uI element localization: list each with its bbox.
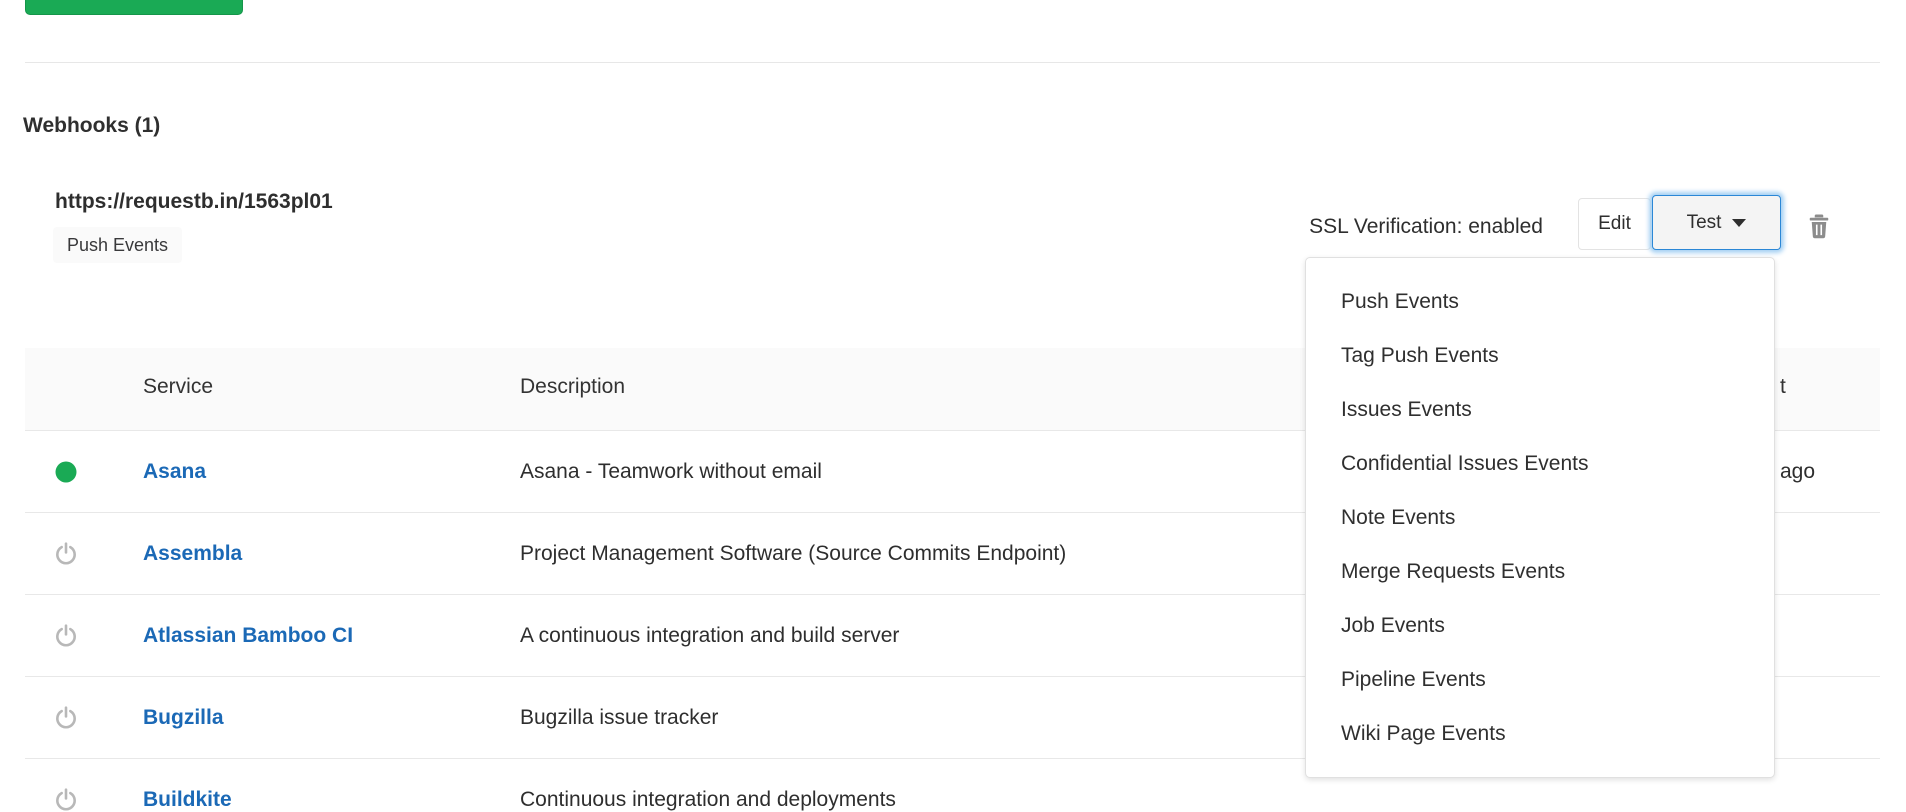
power-icon (53, 787, 79, 812)
dropdown-item[interactable]: Confidential Issues Events (1306, 437, 1774, 491)
service-description: Project Management Software (Source Comm… (520, 542, 1066, 566)
service-link[interactable]: Bugzilla (143, 706, 224, 730)
section-divider (25, 62, 1880, 63)
service-description: A continuous integration and build serve… (520, 624, 899, 648)
service-description: Bugzilla issue tracker (520, 706, 718, 730)
service-column-header: Service (143, 375, 213, 399)
power-icon (53, 705, 79, 731)
clipped-column-header-fragment: t (1780, 375, 1786, 399)
power-icon (53, 623, 79, 649)
ssl-verification-status: SSL Verification: enabled (1309, 215, 1543, 239)
dropdown-item[interactable]: Pipeline Events (1306, 653, 1774, 707)
chevron-down-icon (1732, 219, 1746, 227)
test-dropdown-menu: Push EventsTag Push EventsIssues EventsC… (1305, 257, 1775, 778)
webhooks-settings-page: Webhooks (1) https://requestb.in/1563pl0… (0, 0, 1906, 812)
service-link[interactable]: Buildkite (143, 788, 232, 812)
test-webhook-button[interactable]: Test (1652, 195, 1781, 250)
edit-webhook-button[interactable]: Edit (1578, 198, 1651, 250)
webhooks-section-title: Webhooks (1) (23, 114, 160, 138)
trash-icon (1804, 229, 1834, 244)
dropdown-item[interactable]: Merge Requests Events (1306, 545, 1774, 599)
service-link[interactable]: Asana (143, 460, 206, 484)
test-button-label: Test (1687, 212, 1722, 234)
push-events-badge: Push Events (53, 227, 182, 263)
service-description: Continuous integration and deployments (520, 788, 896, 812)
webhook-url: https://requestb.in/1563pl01 (55, 190, 333, 214)
dropdown-item[interactable]: Note Events (1306, 491, 1774, 545)
description-column-header: Description (520, 375, 625, 399)
service-link[interactable]: Atlassian Bamboo CI (143, 624, 353, 648)
dropdown-item[interactable]: Job Events (1306, 599, 1774, 653)
delete-webhook-button[interactable] (1802, 210, 1836, 244)
service-description: Asana - Teamwork without email (520, 460, 822, 484)
active-status-icon (56, 461, 77, 482)
edit-button-label: Edit (1598, 213, 1631, 235)
dropdown-item[interactable]: Push Events (1306, 275, 1774, 329)
dropdown-item[interactable]: Wiki Page Events (1306, 707, 1774, 761)
power-icon (53, 541, 79, 567)
dropdown-item[interactable]: Tag Push Events (1306, 329, 1774, 383)
service-link[interactable]: Assembla (143, 542, 242, 566)
add-webhook-button[interactable] (25, 0, 243, 15)
clipped-time-fragment: ago (1780, 460, 1815, 484)
dropdown-item[interactable]: Issues Events (1306, 383, 1774, 437)
